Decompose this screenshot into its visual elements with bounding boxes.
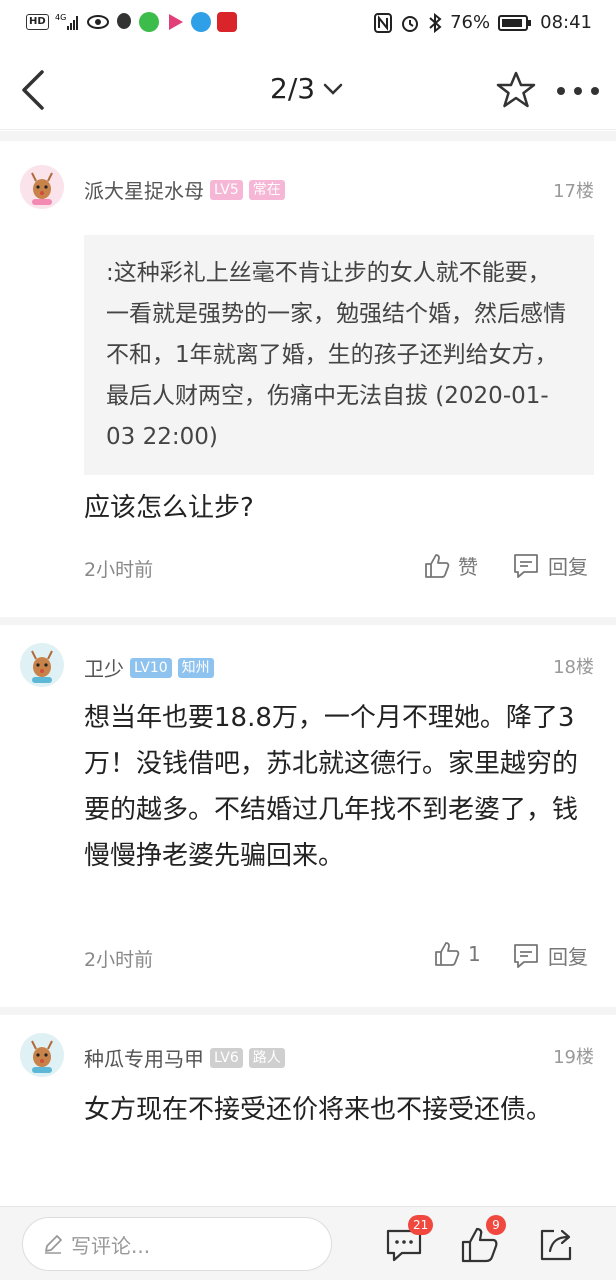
page-selector[interactable]: 2/3 (270, 72, 343, 105)
pencil-icon (45, 1235, 62, 1254)
comment-author[interactable]: 种瓜专用马甲 LV6 路人 (84, 1043, 285, 1072)
svg-text:4G: 4G (55, 13, 66, 22)
like-button[interactable]: 赞 (424, 551, 478, 580)
like-button[interactable]: 1 (434, 941, 481, 967)
qq-icon (116, 13, 131, 29)
separator (0, 1007, 616, 1015)
user-tag: 知州 (177, 657, 214, 678)
nfc-icon (374, 12, 393, 33)
comment-item: 种瓜专用马甲 LV6 路人 19楼 女方现在不接受还价将来也不接受还债。 (0, 1015, 616, 1206)
bluetooth-icon (429, 12, 442, 33)
comment-item: 派大星捉水母 LV5 常在 17楼 :这种彩礼上丝毫不肯让步的女人就不能要，一看… (0, 141, 616, 617)
comment-input[interactable]: 写评论... (22, 1217, 332, 1271)
more-dots-icon[interactable] (556, 86, 600, 96)
status-left: HD 4G (26, 12, 237, 32)
thumbs-up-icon (425, 553, 450, 578)
page-indicator: 2/3 (270, 72, 316, 105)
avatar[interactable] (20, 643, 64, 687)
quoted-comment[interactable]: :这种彩礼上丝毫不肯让步的女人就不能要，一看就是强势的一家，勉强结个婚，然后感情… (84, 235, 594, 475)
star-icon[interactable] (496, 70, 536, 110)
comment-author[interactable]: 卫少 LV10 知州 (84, 653, 214, 682)
comment-item: 卫少 LV10 知州 18楼 想当年也要18.8万，一个月不理她。降了3万！没钱… (0, 625, 616, 1007)
battery-icon (498, 14, 532, 31)
comment-time: 2小时前 (84, 949, 154, 971)
like-count: 1 (468, 942, 481, 966)
user-tag: 常在 (248, 179, 285, 200)
comments-button[interactable]: 21 (384, 1215, 434, 1265)
floor-number: 18楼 (553, 657, 594, 678)
eye-icon (86, 15, 109, 29)
comment-author[interactable]: 派大星捉水母 LV5 常在 (84, 175, 285, 204)
status-bar: HD 4G 76% 08:41 (0, 0, 616, 50)
chevron-down-icon (323, 83, 343, 95)
reply-button[interactable]: 回复 (512, 941, 588, 970)
back-button[interactable] (14, 68, 54, 112)
comment-icon (514, 943, 538, 968)
reply-label: 回复 (548, 555, 588, 579)
comment-text: 应该怎么让步? (84, 493, 254, 523)
thumbs-up-icon (435, 942, 460, 966)
username[interactable]: 种瓜专用马甲 (84, 1043, 204, 1072)
comment-text: 想当年也要18.8万，一个月不理她。降了3万！没钱借吧，苏北就这德行。家里越穷的… (84, 703, 579, 871)
browser-icon (190, 12, 211, 32)
avatar[interactable] (20, 165, 64, 209)
signal-icon: 4G (55, 13, 78, 30)
reply-label: 回复 (548, 945, 588, 969)
bottom-bar: 写评论... 21 9 (0, 1206, 616, 1280)
deer-avatar-icon (20, 1033, 64, 1077)
like-article-button[interactable]: 9 (460, 1215, 506, 1265)
comment-icon (514, 553, 538, 578)
video-icon (168, 14, 183, 30)
alarm-icon (402, 15, 419, 32)
comment-text: 女方现在不接受还价将来也不接受还债。 (84, 1095, 553, 1125)
user-tag: 路人 (248, 1047, 285, 1068)
deer-avatar-icon (20, 643, 64, 687)
hd-icon: HD (26, 14, 49, 30)
level-badge: LV6 (210, 1047, 243, 1068)
deer-avatar-icon (20, 165, 64, 209)
share-icon (540, 1229, 572, 1261)
username[interactable]: 派大星捉水母 (84, 175, 204, 204)
comment-time: 2小时前 (84, 559, 154, 581)
comment-input-placeholder: 写评论... (71, 1233, 151, 1258)
like-label: 赞 (458, 555, 478, 579)
level-badge: LV5 (210, 179, 243, 200)
avatar[interactable] (20, 1033, 64, 1077)
comment-count-badge: 21 (408, 1215, 434, 1235)
news-app-icon (216, 12, 237, 32)
status-right: 76% 08:41 (374, 12, 592, 33)
app-icon (138, 12, 159, 32)
floor-number: 19楼 (553, 1047, 594, 1068)
separator (0, 131, 616, 141)
top-nav-bar: 2/3 (0, 50, 616, 130)
floor-number: 17楼 (553, 181, 594, 202)
level-badge: LV10 (130, 657, 172, 678)
share-button[interactable] (536, 1225, 576, 1265)
clock: 08:41 (540, 12, 592, 33)
username[interactable]: 卫少 (84, 653, 124, 682)
like-count-badge: 9 (486, 1215, 506, 1235)
reply-button[interactable]: 回复 (512, 551, 588, 580)
battery-percent: 76% (450, 12, 491, 33)
separator (0, 617, 616, 625)
